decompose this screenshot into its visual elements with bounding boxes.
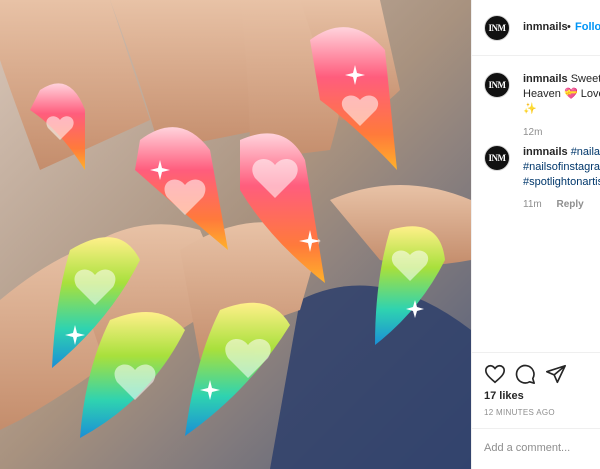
comment-body: Sweet [570,73,600,85]
likes-count[interactable]: 17 likes [484,390,524,402]
author-username[interactable]: inmnails [523,21,568,33]
comment-time[interactable]: 11m [523,199,542,210]
comment-username[interactable]: inmnails [523,146,568,158]
separator-dot: • [567,21,571,33]
post-sidebar: INM inmnails • Follow INM inmnails Sweet… [471,0,600,469]
post-header: INM inmnails • Follow [472,0,600,56]
comment-meta: 11m Reply [523,199,596,210]
reply-button[interactable]: Reply [557,199,584,210]
comment-time[interactable]: 12m [523,127,542,138]
comment-text: inmnails #nailart #nailsofinstagram #spo… [523,145,600,190]
heart-icon[interactable] [484,363,506,385]
comment-username[interactable]: inmnails [523,73,568,85]
comment-avatar[interactable]: INM [484,145,510,171]
sparkles-emoji: ✨ [523,103,537,115]
comment-text: inmnails Sweet Heaven 💝 Love ✨ [523,72,600,117]
post-timestamp[interactable]: 12 MINUTES AGO [484,408,555,417]
add-comment-bar [472,428,600,469]
hashtag-link[interactable]: #spotlightonartists [523,176,600,188]
author-avatar[interactable]: INM [484,15,510,41]
post-actions: 17 likes 12 MINUTES AGO [472,352,600,469]
share-icon[interactable] [545,363,567,385]
nails-illustration [0,0,471,469]
hashtag-link[interactable]: #nailart [571,146,600,158]
comment-avatar[interactable]: INM [484,72,510,98]
comment-body-line2: Heaven 💝 Love [523,88,600,100]
post-image[interactable] [0,0,471,469]
comment-meta: 12m [523,127,554,138]
hashtag-link[interactable]: #nailsofinstagram [523,161,600,173]
follow-button[interactable]: Follow [575,21,600,33]
comment-input[interactable] [484,442,594,454]
comment-icon[interactable] [514,363,536,385]
